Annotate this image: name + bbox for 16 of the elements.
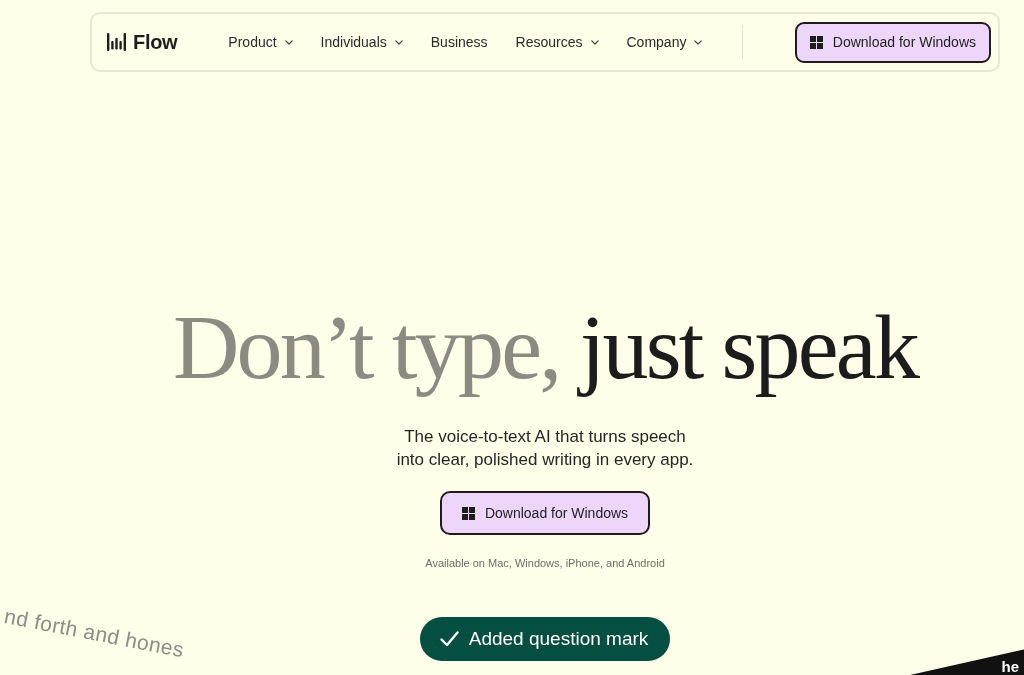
download-button[interactable]: Download for Windows	[794, 21, 991, 63]
nav-link[interactable]: Company	[626, 30, 703, 54]
toast-message: Added question mark	[468, 628, 649, 650]
windows-logo-icon	[461, 506, 475, 520]
nav-link[interactable]: Business	[430, 30, 488, 54]
windows-logo-icon	[809, 35, 823, 49]
home-logo-link[interactable]: Flow	[107, 30, 178, 54]
nav-link[interactable]: Resources	[515, 30, 599, 54]
nav-link[interactable]: Product	[228, 30, 293, 54]
check-icon	[439, 631, 459, 647]
equalizer-bars-icon	[107, 33, 126, 51]
download-button[interactable]: Download for Windows	[439, 491, 651, 535]
availability-note: Available on Mac, Windows, iPhone, and Android	[425, 556, 665, 570]
subtitle: The voice-to-text AI that turns speech into clear, polished writing in every app.	[396, 426, 694, 471]
nav-link[interactable]: Individuals	[320, 30, 403, 54]
tilted-caption: nd forth and hones	[2, 604, 186, 663]
